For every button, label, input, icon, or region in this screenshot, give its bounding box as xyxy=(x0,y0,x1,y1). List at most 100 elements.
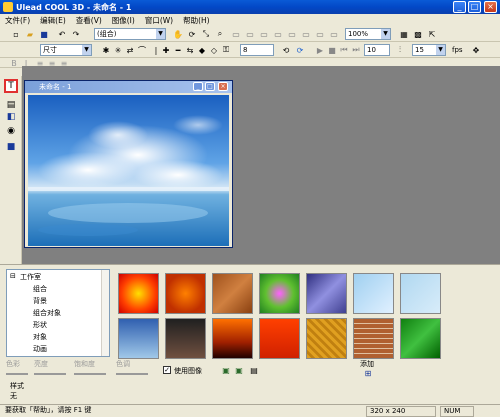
object-select[interactable]: (组合) ▼ xyxy=(94,28,166,40)
menu-window[interactable]: 窗口(W) xyxy=(140,14,178,26)
image-edit-icon[interactable]: ▣ xyxy=(233,364,245,376)
thumbnail[interactable] xyxy=(259,318,300,359)
menu-edit[interactable]: 编辑(E) xyxy=(35,14,71,26)
rotate-icon[interactable]: ⟳ xyxy=(186,28,198,40)
group-icon[interactable]: ▭ xyxy=(272,28,284,40)
color-slider[interactable] xyxy=(6,373,28,375)
use-image-checkbox[interactable]: ✓ xyxy=(163,366,171,374)
tree-root[interactable]: 工作室 xyxy=(20,272,41,282)
what-is-this-icon[interactable]: ⇱ xyxy=(426,28,438,40)
close-button[interactable]: × xyxy=(484,1,497,13)
tree-item[interactable]: 组合对象 xyxy=(33,308,61,318)
first-frame-icon[interactable]: ⏮ xyxy=(338,44,350,56)
tree-item[interactable]: 对象 xyxy=(33,332,47,342)
zoom-icon[interactable]: ⌕ xyxy=(214,28,226,40)
loop-icon[interactable]: ⟲ xyxy=(280,44,292,56)
menu-view[interactable]: 查看(V) xyxy=(71,14,107,26)
settings-icon[interactable]: ✥ xyxy=(470,44,482,56)
size-select[interactable]: 尺寸 ▼ xyxy=(40,44,92,56)
tree-item[interactable]: 动画 xyxy=(33,344,47,354)
stop-icon[interactable]: ■ xyxy=(326,44,338,56)
remove-keyframe-icon[interactable]: ✳ xyxy=(112,44,124,56)
minimize-button[interactable]: _ xyxy=(453,1,466,13)
thumbnail[interactable] xyxy=(306,318,347,359)
document-window[interactable]: 未命名 - 1 _ □ × xyxy=(24,80,233,248)
diamond-icon[interactable]: ◆ xyxy=(196,44,208,56)
grid-icon[interactable]: ▦ xyxy=(398,28,410,40)
saturation-slider[interactable] xyxy=(74,373,106,375)
thumbnail[interactable] xyxy=(306,273,347,314)
redo-icon[interactable]: ↷ xyxy=(70,28,82,40)
tree-item[interactable]: 形状 xyxy=(33,320,47,330)
thumbnail[interactable] xyxy=(212,318,253,359)
tree-scrollbar[interactable] xyxy=(101,270,109,356)
hand-icon[interactable]: ✋ xyxy=(172,28,184,40)
zoom-select[interactable]: 100% ▼ xyxy=(345,28,391,40)
new-file-icon[interactable]: ▫ xyxy=(10,28,22,40)
hue-slider[interactable] xyxy=(116,373,148,375)
thumbnail[interactable] xyxy=(353,318,394,359)
lock-icon[interactable]: ⚿ xyxy=(220,44,232,56)
frames-field[interactable]: 10 xyxy=(364,44,390,56)
fps-field[interactable]: 15 ▼ xyxy=(412,44,446,56)
delete-icon[interactable]: ━ xyxy=(172,44,184,56)
reverse-icon[interactable]: ⇄ xyxy=(124,44,136,56)
menu-image[interactable]: 图像(I) xyxy=(107,14,140,26)
save-icon[interactable]: ■ xyxy=(38,28,50,40)
play-icon[interactable]: ▶ xyxy=(314,44,326,56)
layer-icon[interactable]: ▭ xyxy=(258,28,270,40)
frames-icon[interactable]: ⫶ xyxy=(394,44,406,56)
thumbnail[interactable] xyxy=(400,273,441,314)
thumbnail[interactable] xyxy=(165,273,206,314)
chevron-down-icon: ▼ xyxy=(82,45,91,55)
menu-help[interactable]: 帮助(H) xyxy=(178,14,215,26)
tree-item[interactable]: 背景 xyxy=(33,296,47,306)
canvas-preview[interactable] xyxy=(28,95,229,246)
frame-field[interactable]: 8 xyxy=(240,44,274,56)
image-icon[interactable]: ▣ xyxy=(220,364,232,376)
geometry-icon[interactable]: ◧ xyxy=(4,110,18,124)
swap-icon[interactable]: ⇆ xyxy=(184,44,196,56)
thumbnail[interactable] xyxy=(400,318,441,359)
light-icon[interactable]: ◉ xyxy=(4,124,18,138)
undo-icon[interactable]: ↶ xyxy=(56,28,68,40)
frame-icon[interactable]: ▭ xyxy=(244,28,256,40)
text-object-icon[interactable]: T xyxy=(4,79,18,93)
copy-icon[interactable]: ▭ xyxy=(286,28,298,40)
smooth-icon[interactable]: ⌒ xyxy=(136,44,148,56)
menu-file[interactable]: 文件(F) xyxy=(0,14,35,26)
maximize-button[interactable]: □ xyxy=(468,1,481,13)
thumbnail[interactable] xyxy=(259,273,300,314)
cube-icon[interactable]: ■ xyxy=(4,140,18,154)
arrange-icon[interactable]: ▭ xyxy=(328,28,340,40)
menu-bar: 文件(F) 编辑(E) 查看(V) 图像(I) 窗口(W) 帮助(H) xyxy=(0,14,500,26)
last-frame-icon[interactable]: ⏭ xyxy=(350,44,362,56)
browse-icon[interactable]: ▤ xyxy=(248,364,260,376)
add-keyframe-icon[interactable]: ✱ xyxy=(100,44,112,56)
doc-maximize-button[interactable]: □ xyxy=(205,82,215,91)
color-icon[interactable]: ▩ xyxy=(412,28,424,40)
gallery-tree[interactable]: ⊟ 工作室 组合 背景 组合对象 形状 对象 动画 xyxy=(6,269,110,357)
tree-item[interactable]: 组合 xyxy=(33,284,47,294)
size-icon[interactable]: ⤡ xyxy=(200,28,212,40)
brightness-slider[interactable] xyxy=(34,373,66,375)
diamond-outline-icon[interactable]: ◇ xyxy=(208,44,220,56)
add-to-gallery-icon[interactable]: ⊞ xyxy=(362,367,374,379)
thumbnail[interactable] xyxy=(118,318,159,359)
brightness-label: 亮度 xyxy=(34,360,48,368)
sync-icon[interactable]: ⟳ xyxy=(294,44,306,56)
animation-toolbar: 尺寸 ▼ ✱ ✳ ⇄ ⌒ | ✚ ━ ⇆ ◆ ◇ ⚿ 8 ⟲ ⟳ ▶ ■ ⏮ ⏭ … xyxy=(0,42,500,58)
add-icon[interactable]: ✚ xyxy=(160,44,172,56)
tree-expand-icon[interactable]: ⊟ xyxy=(10,272,16,280)
doc-minimize-button[interactable]: _ xyxy=(193,82,203,91)
open-folder-icon[interactable]: ▰ xyxy=(24,28,36,40)
thumbnail[interactable] xyxy=(165,318,206,359)
align-icon[interactable]: ▭ xyxy=(314,28,326,40)
thumbnail[interactable] xyxy=(212,273,253,314)
doc-close-button[interactable]: × xyxy=(218,82,228,91)
paste-icon[interactable]: ▭ xyxy=(300,28,312,40)
bold-icon[interactable]: B xyxy=(8,57,20,69)
text-icon[interactable]: ▭ xyxy=(230,28,242,40)
thumbnail[interactable] xyxy=(353,273,394,314)
thumbnail[interactable] xyxy=(118,273,159,314)
